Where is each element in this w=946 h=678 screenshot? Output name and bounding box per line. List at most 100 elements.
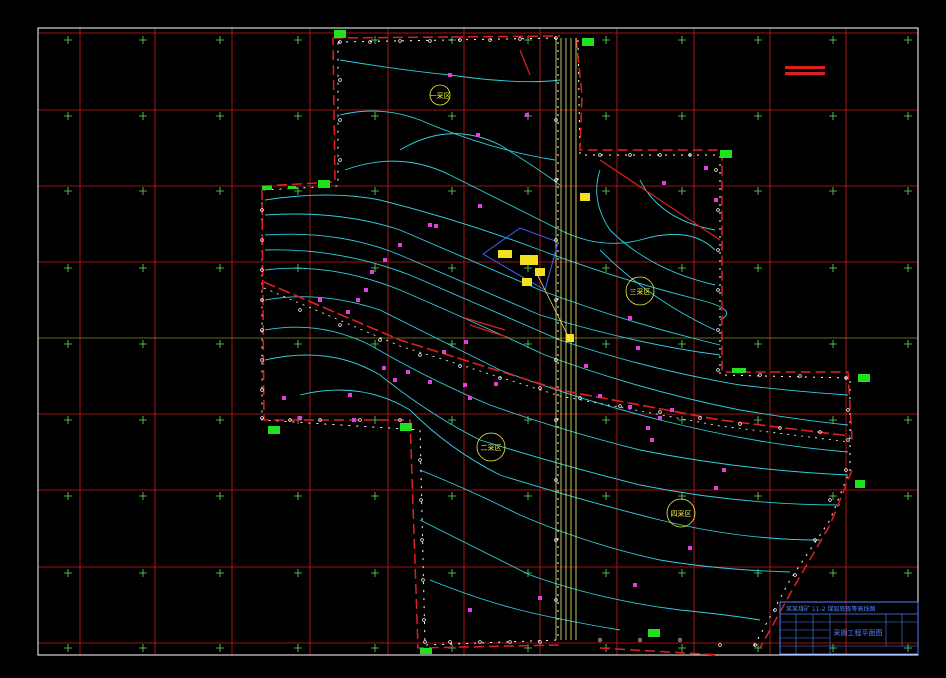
borehole-marker: [352, 418, 356, 422]
zone-label-1-text: 一采区: [430, 91, 451, 100]
grid-cross: [754, 340, 762, 348]
grid-cross: [294, 492, 302, 500]
grid-cross: [904, 112, 912, 120]
grid-cross: [754, 416, 762, 424]
grid-cross: [371, 644, 379, 652]
borehole-marker: [478, 204, 482, 208]
borehole-marker: [628, 405, 632, 409]
contour-line: [264, 249, 849, 396]
grid-cross: [754, 187, 762, 195]
borehole-marker: [448, 73, 452, 77]
survey-point: [598, 153, 602, 157]
survey-point: [260, 388, 264, 392]
mine-boundary-east: [577, 39, 851, 651]
grid-cross: [904, 187, 912, 195]
mine-boundary: [261, 37, 559, 646]
green-block: [420, 648, 432, 654]
grid-cross: [64, 340, 72, 348]
survey-point: [420, 538, 424, 542]
grid-cross: [139, 416, 147, 424]
mine-plan-drawing: 一采区 二采区 三采区 四采区 某某煤矿 11-2 煤层底板等高线图 采掘工程平…: [37, 27, 919, 656]
survey-point: [338, 158, 342, 162]
grid-cross: [754, 492, 762, 500]
grid-cross: [678, 187, 686, 195]
green-block: [855, 480, 865, 488]
grid-cross: [64, 569, 72, 577]
grid-cross: [216, 36, 224, 44]
survey-point: [716, 328, 720, 332]
borehole-marker: [646, 426, 650, 430]
borehole-marker: [650, 438, 654, 442]
grid-cross: [139, 264, 147, 272]
survey-point: [421, 578, 425, 582]
green-block: [400, 423, 412, 431]
survey-point: [428, 39, 432, 43]
grid-cross: [139, 187, 147, 195]
grid-cross: [448, 340, 456, 348]
survey-point: [422, 618, 426, 622]
grid-cross: [524, 492, 532, 500]
grid-cross: [448, 492, 456, 500]
green-block: [582, 38, 594, 46]
borehole-marker: [598, 394, 602, 398]
grid-cross: [371, 187, 379, 195]
contour-line: [429, 579, 621, 631]
contour-line: [419, 519, 761, 621]
borehole-marker: [662, 181, 666, 185]
grid-cross: [64, 264, 72, 272]
shaft-structure: [482, 193, 590, 342]
grid-cross: [678, 569, 686, 577]
green-block: [732, 368, 746, 373]
borehole-marker: [464, 340, 468, 344]
survey-point: [716, 288, 720, 292]
green-block: [318, 180, 330, 188]
contour-line: [264, 194, 728, 321]
borehole-marker: [468, 396, 472, 400]
grid-cross: [371, 492, 379, 500]
grid-cross: [448, 187, 456, 195]
borehole-marker: [688, 546, 692, 550]
borehole-marker: [722, 468, 726, 472]
grid-cross: [524, 36, 532, 44]
grid-cross: [602, 112, 610, 120]
grid-cross: [678, 416, 686, 424]
survey-point: [638, 638, 642, 642]
survey-point: [716, 208, 720, 212]
grid-cross: [904, 416, 912, 424]
survey-point: [398, 39, 402, 43]
grid-cross-markers: [64, 36, 912, 652]
cad-drawing-canvas[interactable]: 一采区 二采区 三采区 四采区 某某煤矿 11-2 煤层底板等高线图 采掘工程平…: [0, 0, 946, 674]
zone-label-3-text: 三采区: [630, 287, 651, 296]
legend-symbol: [785, 66, 825, 75]
grid-cross: [829, 187, 837, 195]
grid-cross: [829, 340, 837, 348]
zone-label-1: 一采区: [430, 84, 451, 106]
contour-line: [339, 59, 561, 83]
survey-point: [658, 153, 662, 157]
survey-point: [716, 368, 720, 372]
borehole-marker: [714, 198, 718, 202]
survey-point: [378, 338, 382, 342]
grid-cross: [602, 36, 610, 44]
borehole-marker: [370, 270, 374, 274]
grid-cross: [216, 187, 224, 195]
grid-cross: [904, 264, 912, 272]
borehole-marker: [364, 288, 368, 292]
grid-cross: [904, 644, 912, 652]
survey-point: [658, 410, 662, 414]
grid-cross: [524, 264, 532, 272]
grid-cross: [678, 112, 686, 120]
borehole-marker: [428, 380, 432, 384]
borehole-marker: [476, 133, 480, 137]
grid-cross: [829, 36, 837, 44]
survey-point: [618, 404, 622, 408]
contour-line: [264, 233, 721, 356]
grid-cross: [294, 569, 302, 577]
borehole-marker: [714, 486, 718, 490]
contour-line: [264, 326, 849, 476]
green-block: [288, 186, 296, 189]
grid-cross: [678, 36, 686, 44]
contour-line: [264, 213, 721, 346]
grid-cross: [216, 340, 224, 348]
borehole-marker: [670, 408, 674, 412]
